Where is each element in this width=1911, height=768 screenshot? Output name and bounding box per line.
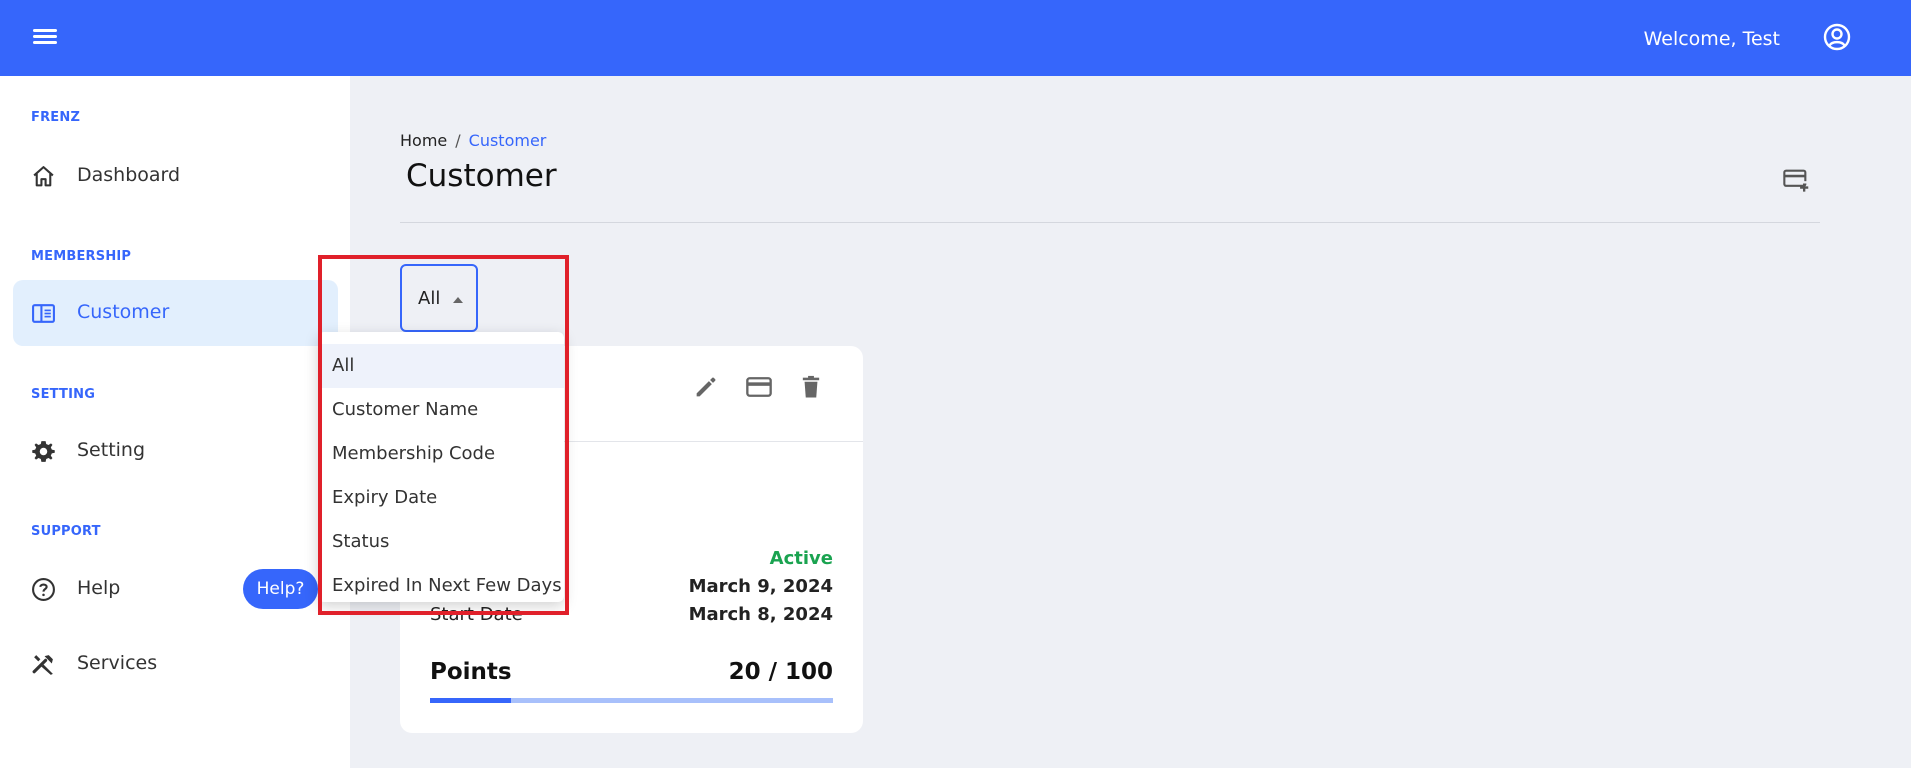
hamburger-menu-icon[interactable] (30, 22, 60, 52)
gear-icon (31, 439, 56, 464)
page-title: Customer (406, 158, 557, 194)
dropdown-option-label: Expiry Date (332, 487, 438, 508)
dropdown-option-label: Customer Name (332, 399, 479, 420)
dropdown-option-expired-next-days[interactable]: Expired In Next Few Days (318, 564, 564, 608)
card-icon[interactable] (745, 373, 773, 401)
caret-up-icon (453, 297, 463, 303)
points-label: Points (430, 659, 512, 685)
sidebar-item-customer[interactable]: Customer (13, 280, 338, 346)
section-label-setting: SETTING (31, 387, 96, 402)
start-date-value: March 8, 2024 (688, 604, 833, 625)
filter-dropdown-menu: All Customer Name Membership Code Expiry… (318, 332, 564, 602)
welcome-text: Welcome, Test (1643, 28, 1780, 50)
breadcrumb-home[interactable]: Home (400, 131, 447, 150)
dropdown-option-membership-code[interactable]: Membership Code (318, 432, 564, 476)
sidebar-item-services[interactable]: Services (13, 631, 338, 697)
breadcrumb-current: Customer (468, 131, 547, 150)
help-badge-button[interactable]: Help? (243, 569, 318, 609)
top-app-bar: Welcome, Test (0, 0, 1911, 76)
add-card-icon[interactable] (1782, 166, 1810, 194)
section-label-membership: MEMBERSHIP (31, 249, 132, 264)
sidebar-item-label: Services (77, 652, 158, 674)
dropdown-option-status[interactable]: Status (318, 520, 564, 564)
dropdown-option-label: All (332, 355, 355, 376)
sidebar-item-label: Help (77, 577, 121, 599)
status-value: Active (769, 548, 833, 569)
sidebar-item-setting[interactable]: Setting (13, 418, 338, 484)
dropdown-option-expiry-date[interactable]: Expiry Date (318, 476, 564, 520)
sidebar-item-label: Setting (77, 439, 146, 461)
points-value: 20 / 100 (728, 659, 833, 685)
sidebar-item-label: Customer (77, 301, 170, 323)
dropdown-option-label: Membership Code (332, 443, 496, 464)
tools-icon (31, 652, 56, 677)
dropdown-option-customer-name[interactable]: Customer Name (318, 388, 564, 432)
points-progress-bar (430, 698, 833, 703)
expiry-value: March 9, 2024 (688, 576, 833, 597)
filter-selected-value: All (418, 288, 441, 309)
sidebar-item-dashboard[interactable]: Dashboard (13, 143, 338, 209)
breadcrumb: Home / Customer (400, 131, 546, 150)
sidebar: FRENZ Dashboard MEMBERSHIP Customer SETT… (0, 76, 350, 768)
section-label-support: SUPPORT (31, 524, 101, 539)
home-icon (31, 164, 56, 189)
help-circle-icon (31, 577, 56, 602)
section-label-frenz: FRENZ (31, 110, 81, 125)
sidebar-item-label: Dashboard (77, 164, 181, 186)
filter-select[interactable]: All (400, 264, 478, 332)
dropdown-option-label: Status (332, 531, 390, 552)
membership-card-icon (31, 301, 56, 326)
edit-icon[interactable] (692, 373, 720, 401)
account-circle-icon[interactable] (1822, 22, 1852, 52)
breadcrumb-separator: / (455, 131, 461, 150)
dropdown-option-label: Expired In Next Few Days (332, 575, 562, 596)
dropdown-option-all[interactable]: All (318, 344, 564, 388)
delete-icon[interactable] (797, 373, 825, 401)
title-divider (400, 222, 1820, 223)
points-progress-fill (430, 698, 511, 703)
